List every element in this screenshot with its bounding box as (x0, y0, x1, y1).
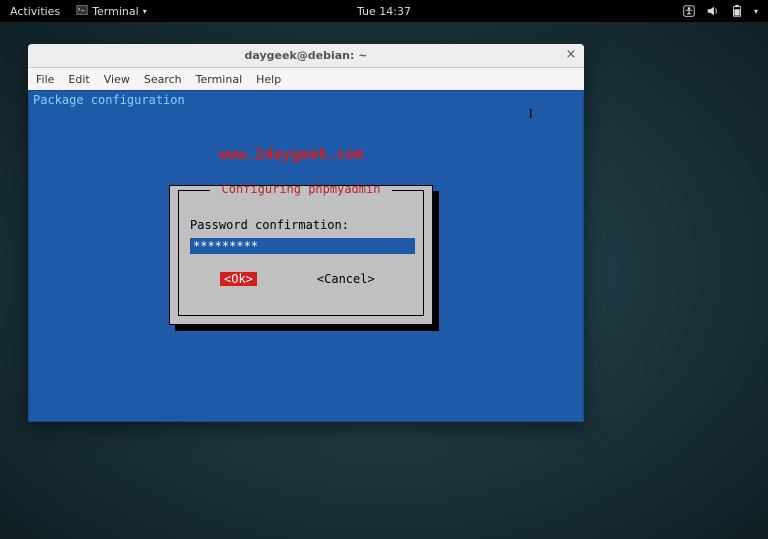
menu-view[interactable]: View (104, 73, 130, 86)
window-titlebar[interactable]: daygeek@debian: ~ × (28, 44, 584, 68)
window-title: daygeek@debian: ~ (245, 49, 368, 62)
terminal-window: daygeek@debian: ~ × File Edit View Searc… (28, 44, 584, 422)
debconf-dialog: Configuring phpmyadmin Password confirma… (169, 185, 433, 325)
menubar: File Edit View Search Terminal Help (28, 68, 584, 90)
text-cursor-icon: I (528, 107, 533, 123)
menu-file[interactable]: File (36, 73, 54, 86)
watermark-text: www.2daygeek.com (219, 145, 364, 163)
chevron-down-icon: ▾ (143, 7, 147, 16)
terminal-icon (76, 4, 88, 19)
app-menu[interactable]: Terminal ▾ (70, 4, 153, 19)
package-config-header: Package configuration (29, 91, 583, 109)
dialog-box: Configuring phpmyadmin Password confirma… (169, 185, 433, 325)
volume-icon[interactable] (706, 4, 720, 18)
chevron-down-icon[interactable]: ▾ (754, 7, 758, 16)
menu-help[interactable]: Help (256, 73, 281, 86)
dialog-title: Configuring phpmyadmin (170, 182, 432, 196)
ok-button[interactable]: <Ok> (220, 272, 257, 286)
accessibility-icon[interactable] (682, 4, 696, 18)
close-icon[interactable]: × (564, 48, 578, 62)
cancel-button[interactable]: <Cancel> (317, 272, 375, 286)
app-menu-label: Terminal (92, 5, 139, 18)
clock[interactable]: Tue 14:37 (357, 5, 411, 18)
password-confirm-label: Password confirmation: (190, 218, 428, 232)
system-tray: ▾ (682, 4, 768, 18)
menu-terminal[interactable]: Terminal (196, 73, 243, 86)
terminal-viewport[interactable]: Package configuration I www.2daygeek.com… (28, 90, 584, 422)
activities-button[interactable]: Activities (0, 5, 70, 18)
password-confirm-input[interactable]: ********* (190, 238, 415, 254)
menu-edit[interactable]: Edit (68, 73, 89, 86)
battery-icon[interactable] (730, 4, 744, 18)
gnome-topbar: Activities Terminal ▾ Tue 14:37 ▾ (0, 0, 768, 22)
menu-search[interactable]: Search (144, 73, 182, 86)
